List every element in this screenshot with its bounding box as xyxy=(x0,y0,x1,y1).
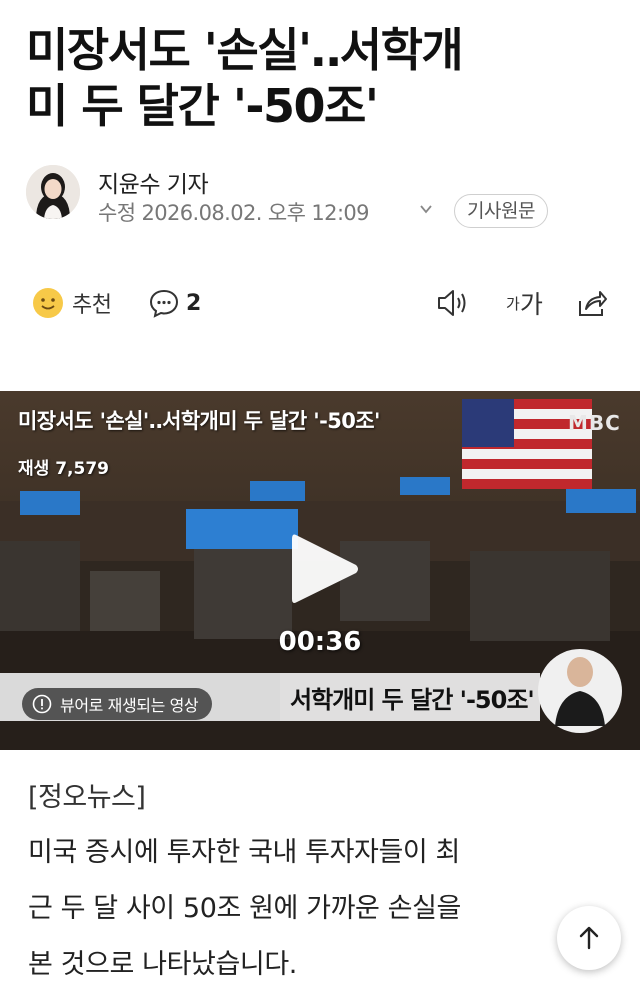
original-article-button[interactable]: 기사원문 xyxy=(454,194,548,228)
comment-count: 2 xyxy=(186,290,202,316)
font-size-large-label: 가 xyxy=(519,290,543,319)
speaker-icon xyxy=(438,290,466,316)
share-button[interactable] xyxy=(576,280,608,326)
comment-bubble-icon xyxy=(149,289,179,318)
viewer-notice[interactable]: 뷰어로 재생되는 영상 xyxy=(22,688,213,720)
viewer-notice-text: 뷰어로 재생되는 영상 xyxy=(60,696,199,715)
chevron-down-icon[interactable] xyxy=(418,201,434,217)
recommend-label: 추천 xyxy=(72,293,112,318)
body-line-2: 근 두 달 사이 50조 원에 가까운 손실을 xyxy=(28,893,461,924)
comment-button[interactable]: 2 xyxy=(148,280,201,326)
scroll-to-top-button[interactable] xyxy=(557,906,621,970)
share-icon xyxy=(579,291,607,316)
video-caption: 서학개미 두 달간 '-50조' xyxy=(290,686,535,714)
video-view-count: 재생 7,579 xyxy=(18,459,109,479)
headline-line-1: 미장서도 '손실'‥서학개 xyxy=(26,23,464,77)
action-bar: 추천 2 가 가 xyxy=(0,280,640,326)
info-icon xyxy=(32,694,52,714)
body-line-3: 본 것으로 나타났습니다. xyxy=(28,949,297,980)
article-body: [정오뉴스] 미국 증시에 투자한 국내 투자자들이 최 근 두 달 사이 50… xyxy=(28,775,598,993)
video-duration: 00:36 xyxy=(278,627,362,657)
reporter-avatar[interactable] xyxy=(26,165,80,219)
headline-line-2: 미 두 달간 '-50조' xyxy=(26,79,379,133)
body-line-1: 미국 증시에 투자한 국내 투자자들이 최 xyxy=(28,837,460,868)
reporter-name[interactable]: 지윤수 기자 xyxy=(98,165,209,199)
arrow-up-icon xyxy=(579,926,599,950)
video-player[interactable]: 미장서도 '손실'‥서학개미 두 달간 '-50조' 재생 7,579 MBC … xyxy=(0,391,640,750)
tts-button[interactable] xyxy=(436,280,472,326)
news-source: [정오뉴스] xyxy=(28,782,146,813)
font-size-button[interactable]: 가 가 xyxy=(506,280,543,326)
play-icon[interactable] xyxy=(288,529,362,609)
modified-date: 수정 2026.08.02. 오후 12:09 xyxy=(98,201,370,225)
smile-face-icon xyxy=(33,288,63,318)
font-size-small-label: 가 xyxy=(506,294,520,313)
body-paragraph: 미국 증시에 투자한 국내 투자자들이 최 근 두 달 사이 50조 원에 가까… xyxy=(28,825,598,993)
article-headline: 미장서도 '손실'‥서학개 미 두 달간 '-50조' xyxy=(26,22,616,134)
video-title: 미장서도 '손실'‥서학개미 두 달간 '-50조' xyxy=(18,409,380,433)
byline: 지윤수 기자 수정 2026.08.02. 오후 12:09 기사원문 xyxy=(26,165,616,228)
recommend-button[interactable]: 추천 xyxy=(32,280,112,326)
broadcaster-logo: MBC xyxy=(568,411,621,435)
